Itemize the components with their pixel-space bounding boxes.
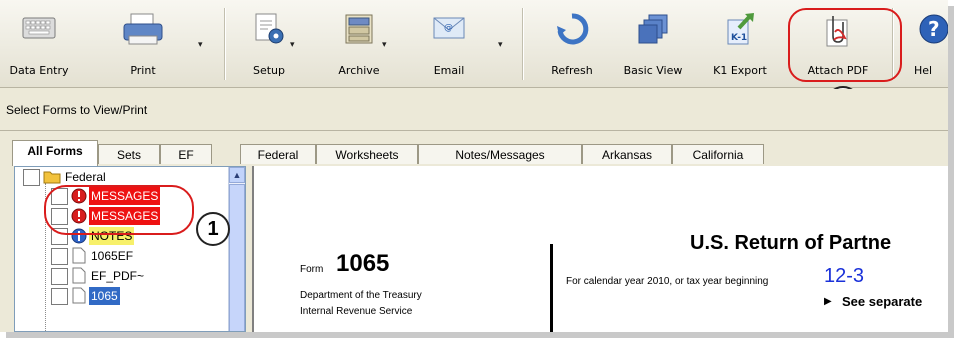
annotation-number-1: 1	[196, 212, 230, 246]
email-button[interactable]: @ Email	[412, 6, 486, 82]
keyboard-icon	[21, 12, 57, 45]
tax-year-date-link[interactable]: 12-3	[824, 265, 864, 288]
document-icon	[72, 267, 86, 289]
form-word: Form	[300, 264, 324, 275]
form-preview: Form 1065 Department of the Treasury Int…	[252, 166, 948, 332]
toolbar-separator	[224, 8, 226, 80]
year-line-text: For calendar year 2010, or tax year begi…	[566, 276, 769, 287]
federal-checkbox[interactable]	[23, 169, 40, 186]
email-label: Email	[433, 64, 465, 77]
data-entry-button[interactable]: Data Entry	[2, 6, 76, 82]
arrow-right-icon: ▶	[824, 296, 832, 307]
setup-label: Setup	[252, 64, 286, 77]
tab-all-forms[interactable]: All Forms	[12, 140, 98, 166]
tree-scrollbar[interactable]: ▲	[228, 167, 245, 331]
form-title: U.S. Return of Partne	[690, 232, 892, 254]
department-text: Department of the Treasury	[300, 290, 422, 301]
tab-worksheets[interactable]: Worksheets	[316, 144, 418, 164]
printer-icon	[121, 12, 165, 51]
archive-dropdown-icon[interactable]: ▾	[382, 40, 387, 50]
email-dropdown-icon[interactable]: ▾	[498, 40, 503, 50]
refresh-button[interactable]: Refresh	[536, 6, 608, 82]
select-forms-label: Select Forms to View/Print	[6, 103, 148, 117]
document-icon	[72, 247, 86, 269]
tab-notes-messages[interactable]: Notes/Messages	[418, 144, 582, 164]
archive-cabinet-icon	[342, 12, 376, 49]
k1-export-button[interactable]: K-1 K1 Export	[704, 6, 776, 82]
basic-view-icon	[636, 12, 670, 49]
federal-label: Federal	[65, 170, 106, 184]
tab-arkansas[interactable]: Arkansas	[582, 144, 672, 164]
archive-label: Archive	[338, 64, 380, 77]
scroll-up-arrow-icon[interactable]: ▲	[229, 167, 245, 183]
1065ef-checkbox[interactable]	[51, 248, 68, 265]
email-icon: @	[431, 12, 467, 45]
k1-export-icon: K-1	[723, 12, 757, 46]
help-label: Hel	[914, 64, 933, 77]
print-label: Print	[130, 64, 156, 77]
basic-view-label: Basic View	[623, 64, 683, 77]
app-window: Data Entry Print ▾ Setup ▾ Archive ▾ @ E…	[0, 0, 948, 332]
tab-sets[interactable]: Sets	[98, 144, 160, 164]
toolbar-separator	[522, 8, 524, 80]
attach-pdf-annotation-ellipse	[788, 8, 902, 82]
scrollbar-thumb[interactable]	[229, 184, 245, 331]
irs-text: Internal Revenue Service	[300, 306, 413, 317]
basic-view-button[interactable]: Basic View	[616, 6, 690, 82]
see-separate-text: See separate	[842, 294, 923, 309]
form-tabs: All Forms Sets EF Federal Worksheets Not…	[0, 138, 948, 166]
1065-checkbox[interactable]	[51, 288, 68, 305]
1065ef-label: 1065EF	[91, 249, 134, 263]
refresh-label: Refresh	[551, 64, 593, 77]
k1-export-label: K1 Export	[713, 64, 767, 77]
svg-text:@: @	[444, 23, 453, 33]
toolbar: Data Entry Print ▾ Setup ▾ Archive ▾ @ E…	[0, 0, 948, 88]
setup-dropdown-icon[interactable]: ▾	[290, 40, 295, 50]
help-icon: ?	[917, 12, 948, 49]
form-number: 1065	[336, 250, 390, 277]
refresh-icon	[555, 12, 589, 49]
help-button[interactable]: ? Hel	[904, 6, 948, 82]
print-button[interactable]: Print	[108, 6, 178, 82]
svg-text:?: ?	[928, 17, 940, 41]
tab-california[interactable]: California	[672, 144, 764, 164]
print-dropdown-icon[interactable]: ▾	[198, 40, 203, 50]
setup-gear-icon	[252, 12, 286, 49]
document-icon	[72, 287, 86, 309]
tab-federal[interactable]: Federal	[240, 144, 316, 164]
ef-pdf-label: EF_PDF~	[91, 269, 145, 283]
form-divider-line	[550, 244, 553, 332]
select-forms-bar: Select Forms to View/Print	[0, 89, 948, 131]
ef-pdf-checkbox[interactable]	[51, 268, 68, 285]
messages-annotation-ellipse	[44, 185, 194, 235]
tab-ef[interactable]: EF	[160, 144, 212, 164]
k1-icon-text: K-1	[731, 33, 747, 43]
1065-label: 1065	[89, 287, 120, 305]
data-entry-label: Data Entry	[9, 64, 69, 77]
